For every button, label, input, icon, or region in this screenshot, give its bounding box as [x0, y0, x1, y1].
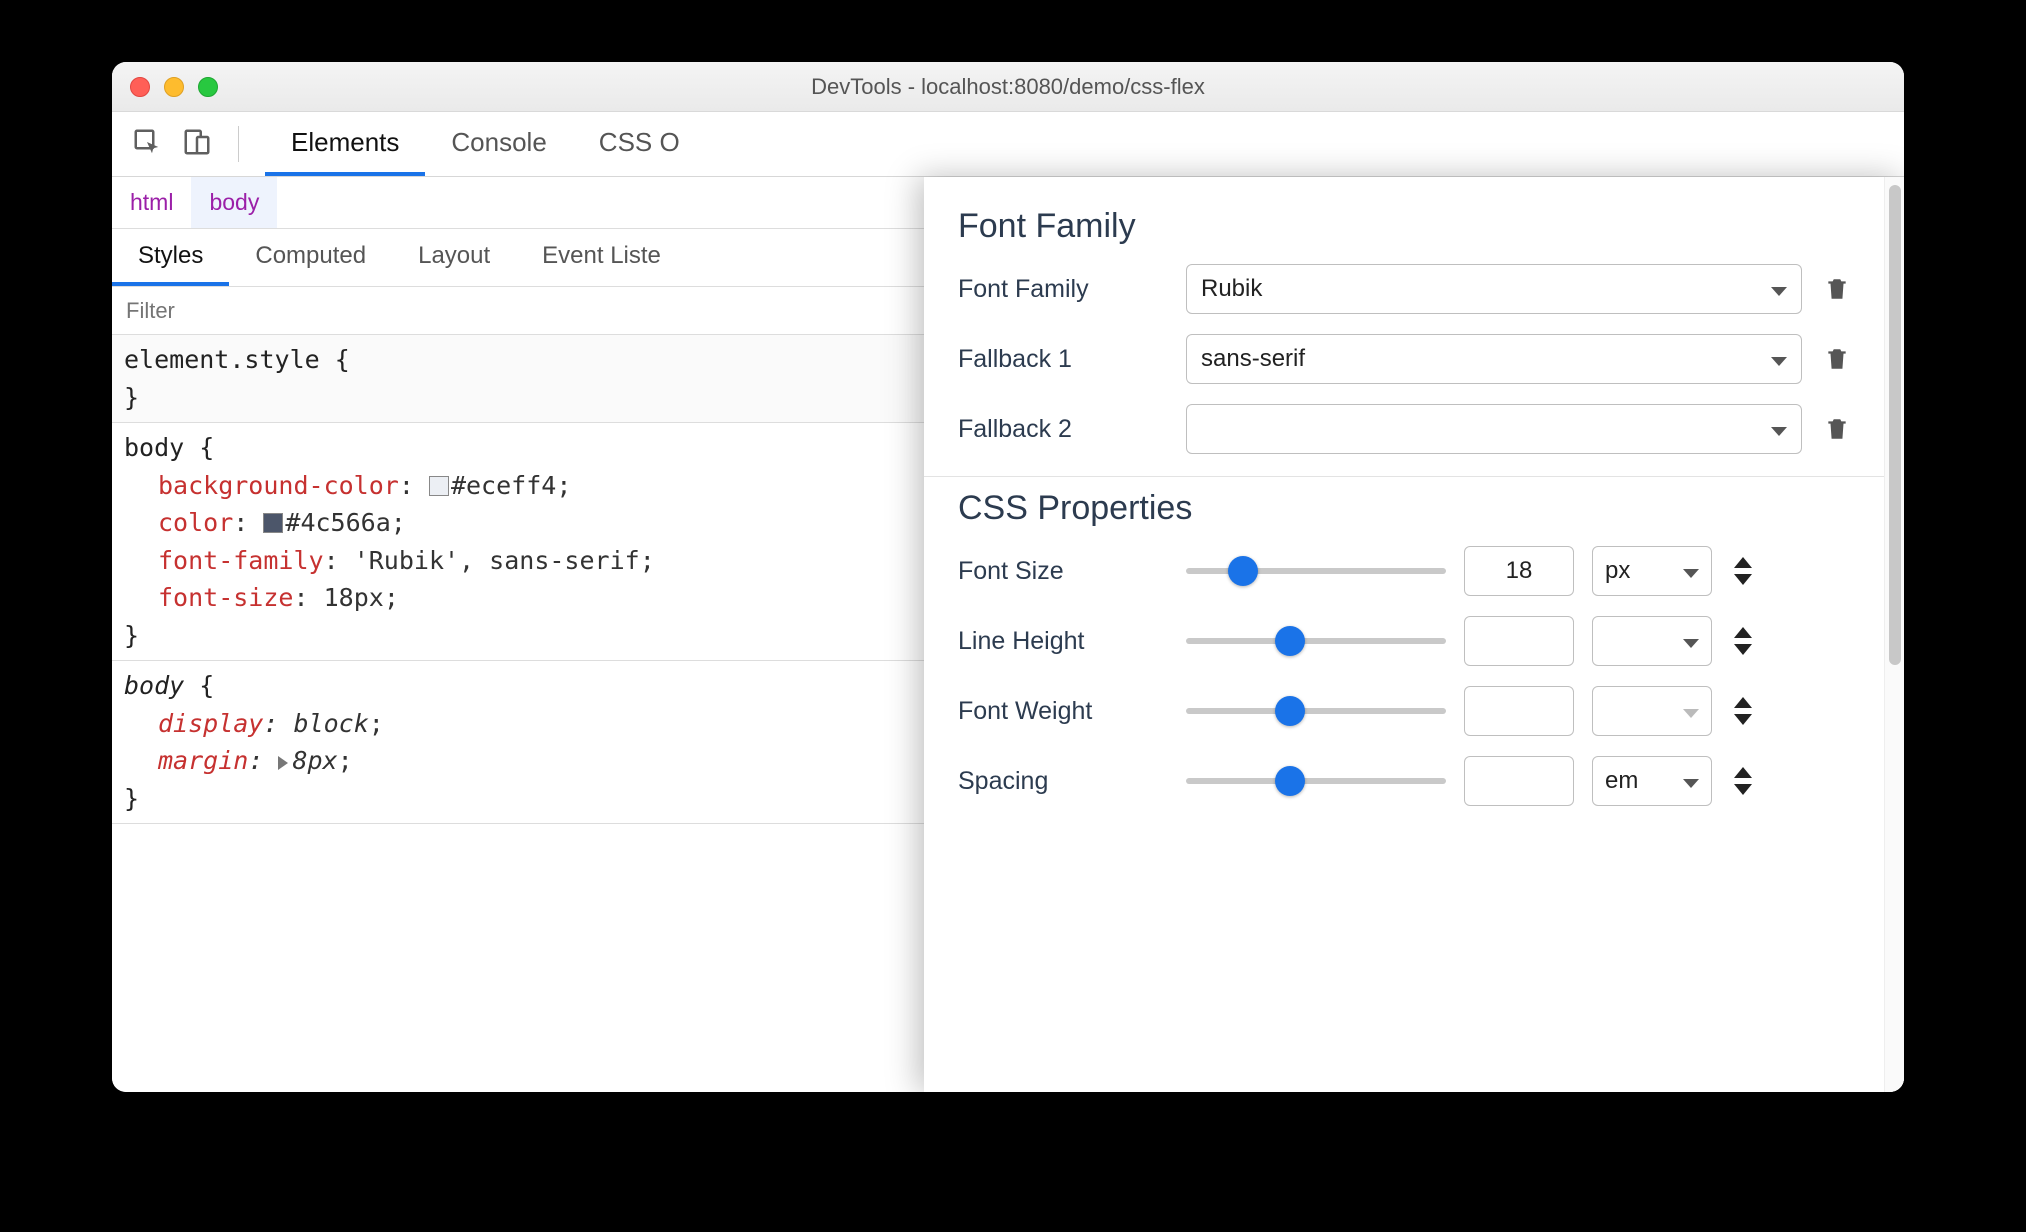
input-line-height[interactable] — [1464, 616, 1574, 666]
panel-scrollbar[interactable] — [1884, 177, 1904, 1092]
crumb-html[interactable]: html — [112, 177, 191, 228]
row-spacing: Spacing em — [958, 756, 1854, 806]
row-fallback-2: Fallback 2 — [958, 404, 1854, 454]
slider-font-size[interactable] — [1186, 546, 1446, 596]
stepper-spacing[interactable] — [1730, 767, 1756, 795]
subtab-styles[interactable]: Styles — [112, 229, 229, 286]
label-line-height: Line Height — [958, 627, 1168, 656]
stepper-font-weight[interactable] — [1730, 697, 1756, 725]
unit-font-size[interactable]: px — [1592, 546, 1712, 596]
window-title: DevTools - localhost:8080/demo/css-flex — [112, 74, 1904, 100]
caret-down-icon — [1771, 345, 1787, 373]
select-fallback-1[interactable]: sans-serif — [1186, 334, 1802, 384]
caret-down-icon — [1683, 767, 1699, 795]
minimize-window-button[interactable] — [164, 77, 184, 97]
row-font-weight: Font Weight — [958, 686, 1854, 736]
selector: body — [124, 433, 184, 462]
caret-down-icon — [1683, 627, 1699, 655]
expand-shorthand-icon[interactable] — [278, 756, 288, 770]
maximize-window-button[interactable] — [198, 77, 218, 97]
input-spacing[interactable] — [1464, 756, 1574, 806]
label-font-weight: Font Weight — [958, 697, 1168, 726]
row-font-size: Font Size 18 px — [958, 546, 1854, 596]
caret-down-icon — [1771, 415, 1787, 443]
input-font-weight[interactable] — [1464, 686, 1574, 736]
content-area: html body Styles Computed Layout Event L… — [112, 177, 1904, 1092]
select-fallback-2[interactable] — [1186, 404, 1802, 454]
slider-font-weight[interactable] — [1186, 686, 1446, 736]
crumb-body[interactable]: body — [191, 177, 277, 228]
unit-spacing[interactable]: em — [1592, 756, 1712, 806]
tab-css-overview[interactable]: CSS O — [573, 112, 706, 176]
inspect-element-icon[interactable] — [132, 127, 162, 162]
row-line-height: Line Height — [958, 616, 1854, 666]
tab-console[interactable]: Console — [425, 112, 572, 176]
label-font-family: Font Family — [958, 275, 1168, 304]
selector: element.style — [124, 345, 320, 374]
device-toolbar-icon[interactable] — [182, 127, 212, 162]
subtab-layout[interactable]: Layout — [392, 229, 516, 286]
color-swatch[interactable] — [429, 476, 449, 496]
color-swatch[interactable] — [263, 513, 283, 533]
devtools-toolbar: Elements Console CSS O — [112, 112, 1904, 177]
row-font-family: Font Family Rubik — [958, 264, 1854, 314]
row-fallback-1: Fallback 1 sans-serif — [958, 334, 1854, 384]
stepper-font-size[interactable] — [1730, 557, 1756, 585]
scrollbar-thumb[interactable] — [1889, 185, 1901, 665]
window-titlebar: DevTools - localhost:8080/demo/css-flex — [112, 62, 1904, 112]
input-font-size[interactable]: 18 — [1464, 546, 1574, 596]
delete-button[interactable] — [1820, 274, 1854, 304]
caret-down-icon — [1683, 557, 1699, 585]
subtab-event-listeners[interactable]: Event Liste — [516, 229, 687, 286]
slider-spacing[interactable] — [1186, 756, 1446, 806]
subtab-computed[interactable]: Computed — [229, 229, 392, 286]
label-fallback-2: Fallback 2 — [958, 415, 1168, 444]
unit-font-weight[interactable] — [1592, 686, 1712, 736]
unit-line-height[interactable] — [1592, 616, 1712, 666]
label-spacing: Spacing — [958, 767, 1168, 796]
label-font-size: Font Size — [958, 557, 1168, 586]
delete-button[interactable] — [1820, 414, 1854, 444]
selector: body — [124, 671, 184, 700]
caret-down-icon — [1771, 275, 1787, 303]
select-font-family[interactable]: Rubik — [1186, 264, 1802, 314]
section-title-font-family: Font Family — [958, 207, 1854, 246]
toolbar-separator — [238, 126, 239, 162]
label-fallback-1: Fallback 1 — [958, 345, 1168, 374]
devtools-window: DevTools - localhost:8080/demo/css-flex … — [112, 62, 1904, 1092]
section-title-css-properties: CSS Properties — [958, 489, 1854, 528]
caret-down-icon — [1683, 697, 1699, 725]
stepper-line-height[interactable] — [1730, 627, 1756, 655]
font-editor-panel: Font Family Font Family Rubik Fallback 1 — [924, 177, 1904, 1092]
traffic-lights — [130, 62, 218, 111]
close-window-button[interactable] — [130, 77, 150, 97]
section-separator — [924, 476, 1884, 477]
tab-elements[interactable]: Elements — [265, 112, 425, 176]
delete-button[interactable] — [1820, 344, 1854, 374]
devtools-tabs: Elements Console CSS O — [265, 112, 706, 176]
slider-line-height[interactable] — [1186, 616, 1446, 666]
